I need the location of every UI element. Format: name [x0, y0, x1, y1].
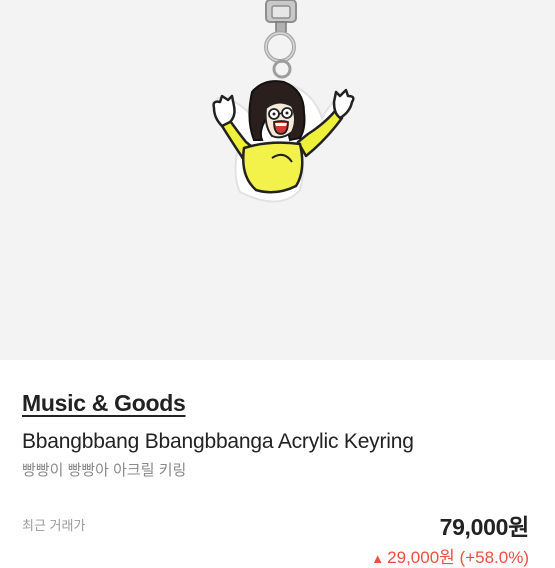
recent-price: 79,000원: [439, 514, 530, 540]
price-change: ▲ 29,000원 (+58.0%): [371, 543, 529, 568]
brand-link[interactable]: Music & Goods: [22, 390, 186, 417]
price-change-amount: 29,000원: [387, 548, 455, 567]
up-arrow-icon: ▲: [371, 551, 385, 566]
price-change-percent: (+58.0%): [459, 548, 529, 567]
keyring-illustration-icon: [212, 0, 355, 203]
product-name-korean: 빵빵이 빵빵아 아크릴 키링: [22, 462, 187, 479]
product-image[interactable]: [0, 0, 555, 360]
recent-price-label: 최근 거래가: [22, 518, 86, 533]
product-name-english: Bbangbbang Bbangbbanga Acrylic Keyring: [22, 430, 414, 453]
product-info: Music & Goods Bbangbbang Bbangbbanga Acr…: [0, 360, 555, 567]
